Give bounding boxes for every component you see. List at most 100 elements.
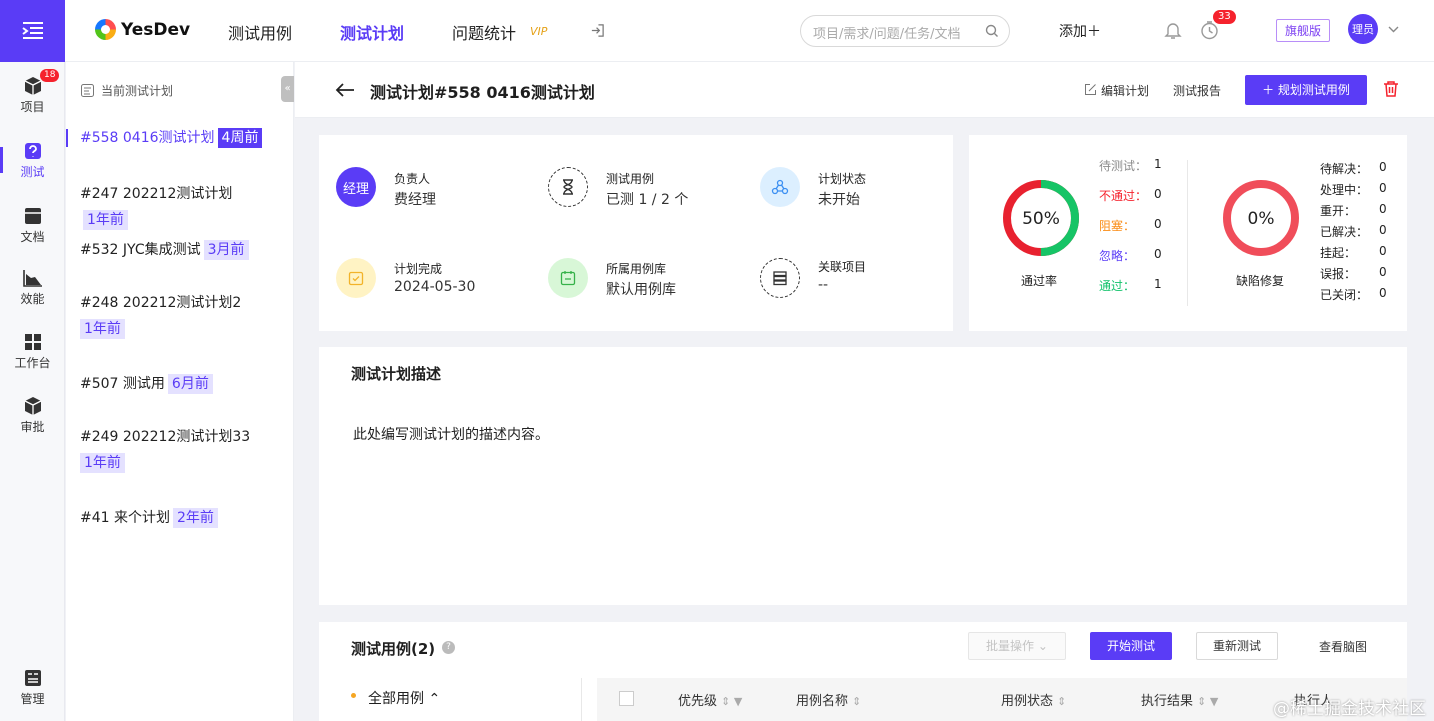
nav-test-cases[interactable]: 测试用例 <box>228 20 292 44</box>
plan-age-tag: 1年前 <box>80 319 125 339</box>
stat-value: 0 <box>1379 286 1387 300</box>
plan-item[interactable]: #248 202212测试计划2 1年前 <box>80 290 280 342</box>
stat-value: 0 <box>1154 247 1162 261</box>
stat-value: 0 <box>1379 223 1387 237</box>
plan-name: #558 0416测试计划 <box>80 130 215 146</box>
project-label: 关联项目 <box>818 260 867 274</box>
progress-card: 50% 通过率 待测试： 1 不通过： 0 阻塞： 0 忽略： 0 通过： 1 0% 缺陷修复 待… <box>969 135 1407 331</box>
linked-project-icon <box>760 258 800 298</box>
col-priority-label: 优先级 <box>678 694 718 709</box>
rail-item-approval[interactable]: 审批 <box>0 396 65 435</box>
global-search-input[interactable]: 项目/需求/问题/任务/文档 <box>800 15 1010 47</box>
col-case-status-label: 用例状态 <box>1001 694 1054 709</box>
plan-item[interactable]: #247 202212测试计划 1年前 <box>80 181 280 233</box>
test-report-button[interactable]: 测试报告 <box>1173 82 1221 99</box>
plan-name: #532 JYC集成测试 <box>80 242 201 258</box>
brand-logo[interactable]: YesDev <box>95 19 190 40</box>
stat-label: 重开： <box>1320 204 1357 218</box>
plan-test-cases-button[interactable]: ＋ 规划测试用例 <box>1245 75 1367 105</box>
stat-label: 忽略： <box>1099 249 1136 263</box>
status-value: 未开始 <box>818 192 860 208</box>
brand-name: YesDev <box>121 19 191 40</box>
nav-test-plans[interactable]: 测试计划 <box>340 20 404 44</box>
plan-item[interactable]: #558 0416测试计划 4周前 <box>66 125 280 151</box>
rail-item-workbench[interactable]: 工作台 <box>0 332 65 371</box>
library-label: 所属用例库 <box>606 262 667 276</box>
stat-value: 0 <box>1154 187 1162 201</box>
batch-actions-label: 批量操作 <box>986 639 1035 653</box>
stat-label: 通过： <box>1099 279 1136 293</box>
cases-value: 已测 1 / 2 个 <box>606 192 689 208</box>
document-icon <box>24 208 41 224</box>
rail-item-project[interactable]: 项目 18 <box>0 69 65 115</box>
owner-value: 费经理 <box>394 192 436 208</box>
nav-issue-stats[interactable]: 问题统计 <box>452 20 516 44</box>
page-title: 测试计划#558 0416测试计划 <box>370 83 595 102</box>
plan-item[interactable]: #532 JYC集成测试 3月前 <box>80 237 280 263</box>
top-bar: YesDev 测试用例 测试计划 问题统计 VIP 项目/需求/问题/任务/文档… <box>65 0 1434 62</box>
timer-badge: 33 <box>1213 10 1236 24</box>
rail-item-efficiency[interactable]: 效能 <box>0 268 65 307</box>
tree-all-cases[interactable]: 全部用例 ⌃ <box>368 688 440 708</box>
plan-item[interactable]: #41 来个计划 2年前 <box>80 505 280 531</box>
help-icon[interactable]: ? <box>442 641 455 654</box>
login-icon[interactable] <box>590 23 605 38</box>
stat-label: 挂起： <box>1320 246 1357 260</box>
project-value: -- <box>818 277 829 293</box>
col-case-name[interactable]: 用例名称 ⇕ <box>796 690 861 709</box>
divider <box>1187 160 1188 306</box>
plan-header: 测试计划#558 0416测试计划 编辑计划 测试报告 ＋ 规划测试用例 <box>295 62 1434 118</box>
retest-button[interactable]: 重新测试 <box>1196 632 1278 660</box>
col-priority[interactable]: 优先级 ⇕ ▼ <box>678 690 742 709</box>
menu-toggle-button[interactable] <box>0 0 65 62</box>
search-placeholder: 项目/需求/问题/任务/文档 <box>813 27 961 42</box>
collapse-sidebar-button[interactable]: « <box>281 76 294 102</box>
select-all-checkbox[interactable] <box>619 691 634 706</box>
plan-item[interactable]: #507 测试用 6月前 <box>80 371 280 397</box>
view-mindmap-link[interactable]: 查看脑图 <box>1319 638 1367 655</box>
owner-avatar: 经理 <box>336 167 376 207</box>
tree-divider <box>581 678 582 721</box>
col-exec-result[interactable]: 执行结果 ⇕ ▼ <box>1141 690 1218 709</box>
rail-item-admin[interactable]: 管理 <box>0 668 65 707</box>
rail-item-docs[interactable]: 文档 <box>0 206 65 245</box>
stat-label: 阻塞： <box>1099 219 1136 233</box>
chart-area-icon <box>22 270 42 287</box>
chevron-up-icon: ⌃ <box>428 691 441 707</box>
bell-icon[interactable] <box>1164 21 1182 40</box>
rail-label: 工作台 <box>14 356 51 370</box>
col-case-status[interactable]: 用例状态 ⇕ <box>1001 690 1066 709</box>
plan-name: #41 来个计划 <box>80 510 170 526</box>
timer-icon[interactable] <box>1200 21 1219 40</box>
rail-label: 管理 <box>20 692 45 706</box>
admin-icon <box>24 670 41 686</box>
stat-value: 0 <box>1379 181 1387 195</box>
search-icon <box>985 24 998 37</box>
batch-actions-dropdown[interactable]: 批量操作 ⌄ <box>968 632 1066 660</box>
edit-plan-button[interactable]: 编辑计划 <box>1101 82 1149 99</box>
edition-badge: 旗舰版 <box>1276 19 1331 42</box>
start-test-button[interactable]: 开始测试 <box>1090 632 1172 660</box>
edit-icon <box>1085 84 1096 95</box>
back-arrow-icon[interactable] <box>335 82 355 98</box>
plan-item[interactable]: #249 202212测试计划33 1年前 <box>80 424 280 476</box>
trash-icon[interactable] <box>1383 80 1399 97</box>
description-text[interactable]: 此处编写测试计划的描述内容。 <box>353 424 549 444</box>
stat-value: 0 <box>1154 217 1162 231</box>
rail-label: 项目 <box>20 100 45 114</box>
rail-label: 审批 <box>20 420 45 434</box>
plan-age-tag: 4周前 <box>217 128 263 148</box>
stat-label: 已解决： <box>1320 225 1369 239</box>
add-menu-button[interactable]: 添加＋ <box>1059 21 1101 41</box>
due-value: 2024-05-30 <box>394 279 476 295</box>
calendar-done-icon <box>336 258 376 298</box>
status-label: 计划状态 <box>818 172 867 186</box>
user-avatar[interactable]: 理员 <box>1348 14 1378 44</box>
plan-name: #247 202212测试计划 <box>80 186 233 202</box>
chevron-down-icon[interactable] <box>1388 26 1399 33</box>
left-rail: 项目 18 测试 文档 效能 工作台 审批 管理 <box>0 0 65 721</box>
rail-item-test[interactable]: 测试 <box>0 141 65 180</box>
stat-value: 0 <box>1379 265 1387 279</box>
plan-sidebar: 当前测试计划 « #558 0416测试计划 4周前 #247 202212测试计… <box>66 62 294 721</box>
defect-fix-ring: 0% <box>1223 180 1299 256</box>
